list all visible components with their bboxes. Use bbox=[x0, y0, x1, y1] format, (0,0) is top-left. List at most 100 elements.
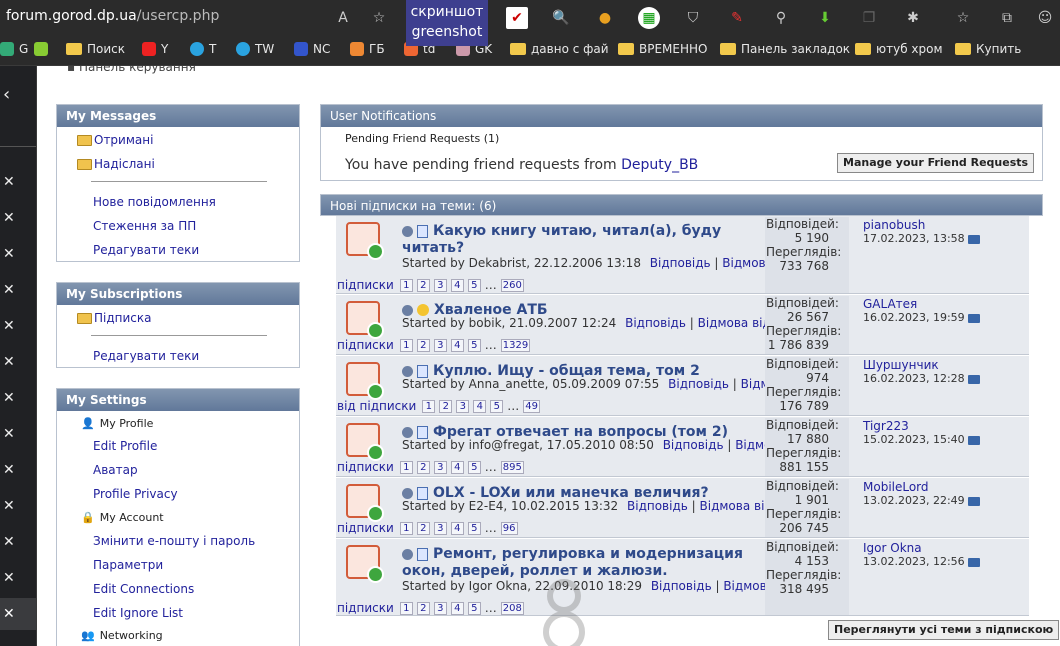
bookmark-folder-youtube-chrome[interactable]: ютуб хром bbox=[855, 42, 943, 56]
edit-folders-link[interactable]: Редагувати теки bbox=[93, 243, 199, 257]
edit-connections-link[interactable]: Edit Connections bbox=[93, 582, 194, 596]
unsubscribe-link-tail[interactable]: підписки bbox=[337, 338, 394, 352]
collapse-chevron-icon[interactable]: ‹ bbox=[3, 84, 10, 105]
page-link[interactable]: 1 bbox=[399, 278, 413, 292]
last-post-user[interactable]: Шуршунчик bbox=[863, 358, 980, 372]
tracking-link[interactable]: Стеження за ПП bbox=[93, 219, 196, 233]
page-link[interactable]: 3 bbox=[433, 521, 447, 535]
favorite-star-icon[interactable]: ☆ bbox=[368, 7, 390, 29]
options-link[interactable]: Параметри bbox=[93, 558, 163, 572]
goto-last-post-icon[interactable] bbox=[967, 557, 980, 567]
circle-extension-icon[interactable]: ● bbox=[594, 7, 616, 29]
bookmark-search[interactable]: Поиск bbox=[66, 42, 125, 56]
close-tab-icon[interactable]: ✕ bbox=[3, 570, 15, 586]
last-post-user[interactable]: MobileLord bbox=[863, 480, 980, 494]
zoom-extension-icon[interactable]: 🔍 bbox=[550, 7, 572, 29]
close-tab-icon[interactable]: ✕ bbox=[3, 426, 15, 442]
thread-title-line1[interactable]: Какую книгу читаю, читал(а), буду bbox=[433, 223, 721, 239]
goto-last-post-icon[interactable] bbox=[967, 496, 980, 506]
pen-extension-icon[interactable]: ✎ bbox=[726, 7, 748, 29]
close-tab-icon[interactable]: ✕ bbox=[3, 534, 15, 550]
page-link[interactable]: 3 bbox=[433, 601, 447, 615]
thread-title-line2[interactable]: читать? bbox=[402, 240, 464, 256]
subscription-link[interactable]: Підписка bbox=[77, 311, 152, 325]
goto-last-post-icon[interactable] bbox=[967, 374, 980, 384]
unsubscribe-link[interactable]: Відмова від bbox=[698, 316, 771, 330]
page-link[interactable]: 5 bbox=[490, 399, 504, 413]
last-page-link[interactable]: 49 bbox=[523, 399, 541, 413]
close-tab-icon[interactable]: ✕ bbox=[3, 174, 15, 190]
edit-profile-link[interactable]: Edit Profile bbox=[93, 439, 157, 453]
bookmark-folder-davno[interactable]: давно с фай bbox=[510, 42, 609, 56]
profile-privacy-link[interactable]: Profile Privacy bbox=[93, 487, 178, 501]
page-link[interactable]: 4 bbox=[473, 399, 487, 413]
page-link[interactable]: 5 bbox=[467, 521, 481, 535]
last-post-user[interactable]: GALAтея bbox=[863, 297, 980, 311]
last-post-user[interactable]: Tigr223 bbox=[863, 419, 980, 433]
close-tab-icon[interactable]: ✕ bbox=[3, 246, 15, 262]
qr-extension-icon[interactable]: ▦ bbox=[638, 7, 660, 29]
bookmark-tw[interactable]: TW bbox=[236, 42, 274, 56]
breadcrumb-text[interactable]: Панель керування bbox=[79, 66, 196, 74]
thread-menu-icon[interactable] bbox=[402, 304, 413, 316]
thread-menu-icon[interactable] bbox=[402, 487, 413, 499]
new-message-link[interactable]: Нове повідомлення bbox=[93, 195, 216, 209]
close-tab-icon[interactable]: ✕ bbox=[3, 318, 15, 334]
bookmark-telegram[interactable]: T bbox=[190, 42, 216, 56]
bookmark-gb[interactable]: ГБ bbox=[350, 42, 385, 56]
bookmark-icon-only[interactable] bbox=[34, 42, 48, 56]
last-post-user[interactable]: pianobush bbox=[863, 218, 980, 232]
page-link[interactable]: 2 bbox=[416, 460, 430, 474]
page-link[interactable]: 4 bbox=[450, 460, 464, 474]
page-link[interactable]: 1 bbox=[399, 521, 413, 535]
collections-icon[interactable]: ⧉ bbox=[996, 7, 1018, 29]
view-all-subscriptions-button[interactable]: Переглянути усі теми з підпискою bbox=[828, 620, 1060, 640]
bookmark-folder-kupit[interactable]: Купить bbox=[955, 42, 1021, 56]
close-tab-icon[interactable]: ✕ bbox=[3, 606, 15, 622]
goto-last-post-icon[interactable] bbox=[967, 313, 980, 323]
page-link[interactable]: 2 bbox=[416, 521, 430, 535]
bookmark-youtube[interactable]: Y bbox=[142, 42, 168, 56]
close-tab-icon[interactable]: ✕ bbox=[3, 210, 15, 226]
thread-menu-icon[interactable] bbox=[402, 548, 413, 560]
puzzle-extensions-icon[interactable]: ✱ bbox=[902, 7, 924, 29]
thread-title[interactable]: Какую книгу читаю, читал(а), буду читать? bbox=[402, 223, 721, 257]
goto-last-post-icon[interactable] bbox=[967, 435, 980, 445]
thread-row[interactable]: Ремонт, регулировка и модернизация окон, … bbox=[336, 539, 1029, 616]
favorites-list-icon[interactable]: ☆ bbox=[952, 7, 974, 29]
search-extension-icon[interactable]: ⚲ bbox=[770, 7, 792, 29]
reply-link[interactable]: Відповідь bbox=[663, 438, 724, 452]
bookmark-g[interactable]: G bbox=[0, 42, 28, 56]
reply-link[interactable]: Відповідь bbox=[650, 256, 711, 270]
last-post-user[interactable]: Igor Okna bbox=[863, 541, 980, 555]
page-link[interactable]: 4 bbox=[450, 278, 464, 292]
reply-link[interactable]: Відповідь bbox=[651, 579, 712, 593]
change-email-link[interactable]: Змінити е-пошту і пароль bbox=[93, 534, 255, 548]
page-link[interactable]: 4 bbox=[450, 338, 464, 352]
page-link[interactable]: 2 bbox=[416, 338, 430, 352]
reply-link[interactable]: Відповідь bbox=[625, 316, 686, 330]
close-tab-icon[interactable]: ✕ bbox=[3, 354, 15, 370]
download-extension-icon[interactable]: ⬇ bbox=[814, 7, 836, 29]
page-link[interactable]: 1 bbox=[399, 601, 413, 615]
last-page-link[interactable]: 96 bbox=[500, 521, 518, 535]
url-field[interactable]: forum.gorod.dp.ua/usercp.php bbox=[6, 8, 219, 24]
inbox-link[interactable]: Отримані bbox=[77, 133, 153, 147]
page-link[interactable]: 3 bbox=[433, 278, 447, 292]
unsubscribe-link-tail[interactable]: підписки bbox=[337, 278, 394, 292]
unsubscribe-link[interactable]: Відмова від bbox=[700, 499, 773, 513]
page-link[interactable]: 5 bbox=[467, 278, 481, 292]
close-tab-icon[interactable]: ✕ bbox=[3, 498, 15, 514]
thread-menu-icon[interactable] bbox=[402, 426, 413, 438]
unsubscribe-link-tail[interactable]: підписки bbox=[337, 460, 394, 474]
close-tab-icon[interactable]: ✕ bbox=[3, 282, 15, 298]
edit-ignore-link[interactable]: Edit Ignore List bbox=[93, 606, 183, 620]
page-link[interactable]: 3 bbox=[456, 399, 470, 413]
page-link[interactable]: 5 bbox=[467, 338, 481, 352]
page-link[interactable]: 1 bbox=[399, 460, 413, 474]
page-link[interactable]: 2 bbox=[439, 399, 453, 413]
page-link[interactable]: 1 bbox=[422, 399, 436, 413]
close-tab-icon[interactable]: ✕ bbox=[3, 390, 15, 406]
thread-row[interactable]: Куплю. Ищу - общая тема, том 2 Started b… bbox=[336, 356, 1029, 416]
read-aloud-icon[interactable]: A bbox=[332, 7, 354, 29]
